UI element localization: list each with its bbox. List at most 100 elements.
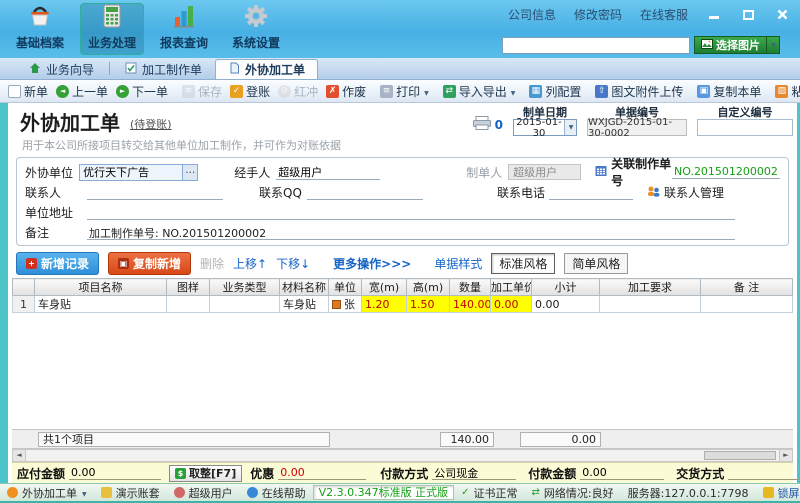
column-header[interactable]: 加工单价	[491, 279, 532, 296]
subtotal-cell[interactable]: 0.00	[532, 296, 600, 313]
handler-input[interactable]	[276, 165, 380, 180]
column-header[interactable]: 数量	[450, 279, 491, 296]
horizontal-scrollbar[interactable]	[12, 449, 793, 462]
tab-outsource-order[interactable]: 外协加工单	[215, 59, 318, 79]
new-order-button[interactable]: 新单	[5, 81, 51, 102]
screenshot-icon	[775, 85, 788, 98]
project-name-cell[interactable]: 车身贴	[35, 296, 167, 313]
move-down-link[interactable]: 下移↓	[276, 255, 310, 272]
order-date-input[interactable]: 2015-01-30	[513, 119, 577, 136]
column-header[interactable]: 加工要求	[600, 279, 701, 296]
add-record-button[interactable]: 新增记录	[16, 252, 99, 275]
statusbar-current-user[interactable]: 超级用户	[174, 485, 233, 501]
online-service-link[interactable]: 在线客服	[640, 6, 688, 23]
menu-system-settings[interactable]: 系统设置	[224, 3, 288, 55]
copy-order-button[interactable]: 复制本单	[694, 81, 764, 102]
remark-value[interactable]: 加工制作单号: NO.201501200002	[87, 225, 735, 240]
statusbar-online-help[interactable]: 在线帮助	[247, 485, 306, 501]
row-number-cell: 1	[13, 296, 35, 313]
change-password-link[interactable]: 修改密码	[574, 6, 622, 23]
menu-business-process[interactable]: 业务处理	[80, 3, 144, 55]
scroll-right-arrow[interactable]	[779, 450, 792, 461]
handler-label: 经手人	[234, 164, 276, 181]
minimize-button[interactable]	[706, 8, 722, 22]
status-badge[interactable]: (待登账)	[130, 116, 172, 132]
maximize-button[interactable]	[740, 8, 756, 22]
vendor-lookup-button[interactable]: …	[182, 165, 197, 180]
move-up-link[interactable]: 上移↑	[233, 255, 267, 272]
column-header[interactable]: 小计	[532, 279, 600, 296]
image-path-input[interactable]	[502, 37, 690, 54]
custom-number-input[interactable]	[697, 119, 793, 136]
tab-business-wizard[interactable]: 业务向导	[16, 59, 107, 79]
table-row[interactable]: 1 车身贴 车身贴 张 1.20 1.50 140.00 0.00 0.00	[13, 296, 793, 313]
button-label: 列配置	[545, 83, 581, 100]
calculator-icon	[99, 3, 125, 32]
column-header[interactable]: 业务类型	[210, 279, 280, 296]
import-export-button[interactable]: 导入导出	[440, 81, 519, 102]
save-icon	[182, 85, 195, 98]
height-cell[interactable]: 1.50	[407, 296, 450, 313]
column-header[interactable]: 备 注	[701, 279, 793, 296]
printer-icon[interactable]	[473, 116, 491, 133]
statusbar-account-set[interactable]: 演示账套	[101, 485, 160, 501]
width-cell[interactable]: 1.20	[362, 296, 407, 313]
more-operations-link[interactable]: 更多操作>>>	[333, 255, 411, 272]
red-reverse-button[interactable]: 红冲	[275, 81, 321, 102]
unit-price-cell[interactable]: 0.00	[491, 296, 532, 313]
contact-input[interactable]	[87, 185, 223, 200]
vendor-input[interactable]	[80, 166, 182, 179]
contact-management-link[interactable]: 联系人管理	[647, 184, 724, 201]
business-type-cell[interactable]	[210, 296, 280, 313]
scroll-left-arrow[interactable]	[13, 450, 26, 461]
processing-requirements-cell[interactable]	[600, 296, 701, 313]
copy-add-button[interactable]: 复制新增	[108, 252, 191, 275]
previous-order-button[interactable]: 上一单	[53, 81, 111, 102]
unit-cell[interactable]: 张	[329, 296, 362, 313]
remarks-cell[interactable]	[701, 296, 793, 313]
print-button[interactable]: 打印	[377, 81, 432, 102]
company-info-link[interactable]: 公司信息	[508, 6, 556, 23]
phone-input[interactable]	[549, 185, 633, 200]
payable-amount-input[interactable]	[69, 466, 161, 480]
payment-method-input[interactable]	[432, 466, 516, 480]
void-button[interactable]: 作废	[323, 81, 369, 102]
material-name-cell[interactable]: 车身贴	[280, 296, 329, 313]
tab-processing-order[interactable]: 加工制作单	[112, 59, 215, 79]
next-order-button[interactable]: 下一单	[113, 81, 171, 102]
select-image-dropdown[interactable]	[767, 36, 780, 54]
register-account-button[interactable]: 登账	[227, 81, 273, 102]
address-input[interactable]	[87, 205, 735, 220]
user-icon	[174, 487, 185, 498]
delete-row-link[interactable]: 删除	[200, 255, 224, 272]
column-header[interactable]: 项目名称	[35, 279, 167, 296]
column-header[interactable]: 材料名称	[280, 279, 329, 296]
delivery-method-input[interactable]	[728, 466, 800, 480]
simple-style-button[interactable]: 简单风格	[564, 253, 628, 274]
standard-style-button[interactable]: 标准风格	[491, 253, 555, 274]
paste-screenshot-button[interactable]: 粘贴截图	[772, 81, 800, 102]
payment-amount-input[interactable]	[580, 466, 664, 480]
column-header[interactable]: 宽(m)	[362, 279, 407, 296]
statusbar-order-type[interactable]: 外协加工单	[7, 485, 87, 501]
lock-screen-button[interactable]: 锁屏	[763, 485, 800, 501]
discount-input[interactable]	[278, 466, 366, 480]
related-order-number-link[interactable]: NO.201501200002	[672, 165, 780, 179]
qq-input[interactable]	[307, 185, 423, 200]
menu-report-query[interactable]: 报表查询	[152, 3, 216, 55]
drawing-cell[interactable]	[167, 296, 210, 313]
column-header[interactable]: 单位	[329, 279, 362, 296]
round-off-button[interactable]: $ 取整[F7]	[169, 465, 242, 482]
contact-management-label: 联系人管理	[664, 184, 724, 201]
column-header[interactable]: 高(m)	[407, 279, 450, 296]
column-header[interactable]: 图样	[167, 279, 210, 296]
scrollbar-thumb[interactable]	[704, 451, 776, 460]
save-button[interactable]: 保存	[179, 81, 225, 102]
quantity-cell[interactable]: 140.00	[450, 296, 491, 313]
menu-basic-files[interactable]: 基础档案	[8, 3, 72, 55]
column-config-button[interactable]: 列配置	[526, 81, 584, 102]
date-dropdown-arrow[interactable]	[564, 120, 576, 135]
select-image-button[interactable]: 选择图片	[694, 36, 767, 54]
attachment-upload-button[interactable]: 图文附件上传	[592, 81, 686, 102]
close-button[interactable]	[774, 8, 790, 22]
